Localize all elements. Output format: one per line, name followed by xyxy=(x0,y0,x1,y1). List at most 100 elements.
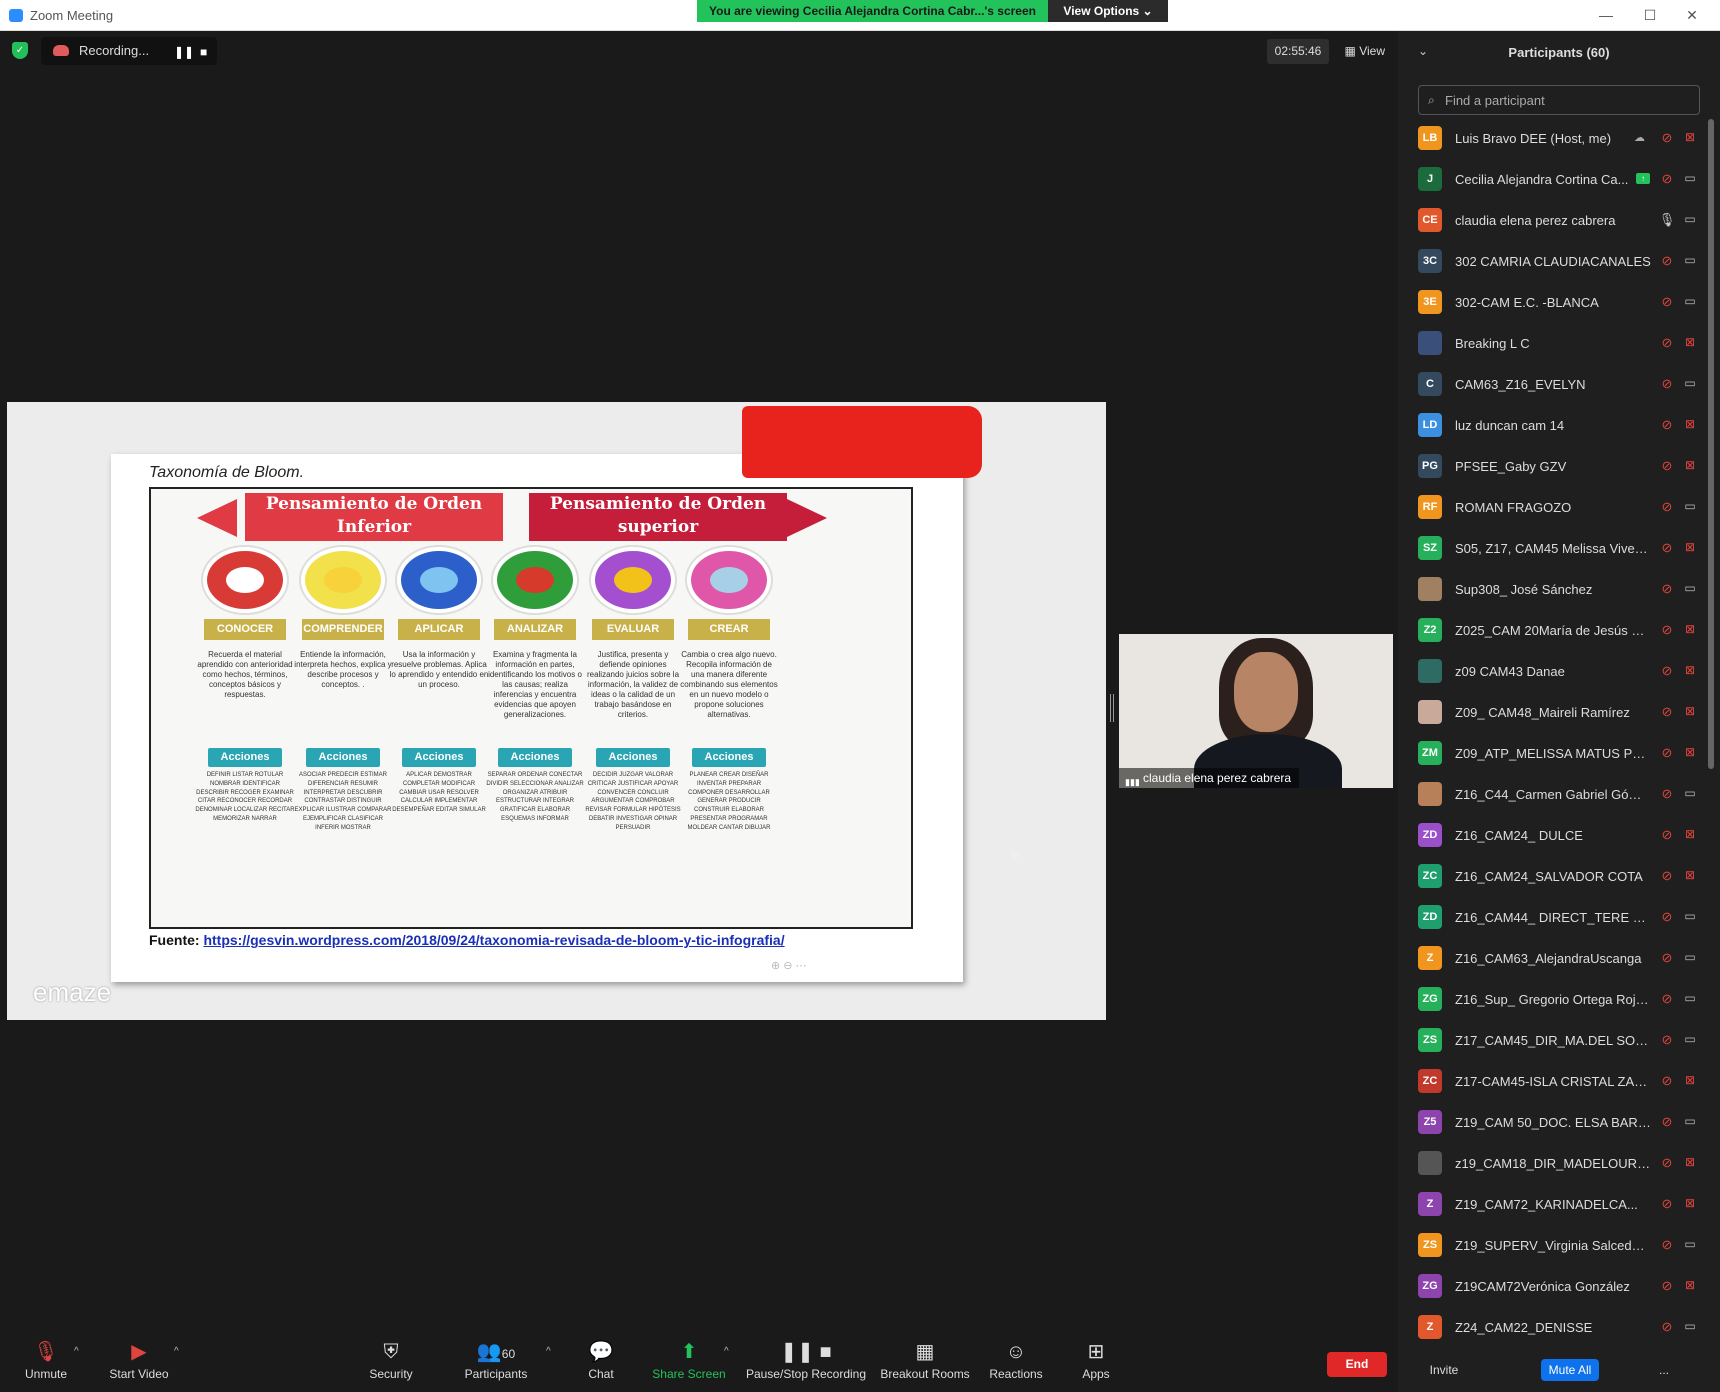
share-screen-button[interactable]: ⬆ Share Screen xyxy=(652,1340,726,1381)
mic-muted-icon[interactable]: ⊘ xyxy=(1658,950,1676,966)
video-off-icon[interactable]: ⊠ xyxy=(1680,745,1700,759)
start-video-button[interactable]: ▶ Start Video xyxy=(106,1340,172,1381)
mic-muted-icon[interactable]: ⊘ xyxy=(1658,581,1676,597)
audio-options-chevron-icon[interactable]: ^ xyxy=(74,1346,79,1357)
video-off-icon[interactable]: ⊠ xyxy=(1680,1155,1700,1169)
participant-row[interactable]: Z16_C44_Carmen Gabriel Gómez ⊘ ▭ xyxy=(1398,775,1710,816)
video-icon[interactable]: ▭ xyxy=(1680,991,1700,1005)
view-button[interactable]: ▦ View xyxy=(1335,39,1385,64)
pause-recording-button[interactable]: ❚❚ xyxy=(174,45,194,59)
participant-search[interactable]: ⌕ xyxy=(1418,85,1700,115)
video-icon[interactable]: ▭ xyxy=(1680,294,1700,308)
participant-row[interactable]: ZG Z19CAM72Verónica González ⊘ ⊠ xyxy=(1398,1267,1710,1308)
video-icon[interactable]: ▭ xyxy=(1680,1319,1700,1333)
participant-row[interactable]: ZD Z16_CAM44_ DIRECT_TERE VAS... ⊘ ▭ xyxy=(1398,898,1710,939)
end-meeting-button[interactable]: End xyxy=(1327,1352,1387,1377)
participant-row[interactable]: Z2 Z025_CAM 20María de Jesús M... ⊘ ⊠ xyxy=(1398,611,1710,652)
video-off-icon[interactable]: ⊠ xyxy=(1680,130,1700,144)
participant-row[interactable]: Breaking L C ⊘ ⊠ xyxy=(1398,324,1710,365)
participants-options-chevron-icon[interactable]: ^ xyxy=(546,1346,551,1357)
participant-row[interactable]: ZD Z16_CAM24_ DULCE ⊘ ⊠ xyxy=(1398,816,1710,857)
mic-muted-icon[interactable]: ⊘ xyxy=(1658,376,1676,392)
mic-muted-icon[interactable]: ⊘ xyxy=(1658,827,1676,843)
video-off-icon[interactable]: ⊠ xyxy=(1680,868,1700,882)
mic-muted-icon[interactable]: ⊘ xyxy=(1658,1073,1676,1089)
unmute-button[interactable]: 🎙 Unmute xyxy=(22,1340,70,1381)
security-button[interactable]: ⛨ Security xyxy=(366,1340,416,1381)
video-off-icon[interactable]: ⊠ xyxy=(1680,622,1700,636)
mic-muted-icon[interactable]: ⊘ xyxy=(1658,868,1676,884)
video-icon[interactable]: ▭ xyxy=(1680,1032,1700,1046)
participant-row[interactable]: LD luz duncan cam 14 ⊘ ⊠ xyxy=(1398,406,1710,447)
participant-row[interactable]: Z5 Z19_CAM 50_DOC. ELSA BARRA... ⊘ ▭ xyxy=(1398,1103,1710,1144)
video-off-icon[interactable]: ⊠ xyxy=(1680,663,1700,677)
mic-muted-icon[interactable]: ⊘ xyxy=(1658,417,1676,433)
mic-muted-icon[interactable]: ⊘ xyxy=(1658,704,1676,720)
participant-row[interactable]: Z Z19_CAM72_KARINADELCA... ⊘ ⊠ xyxy=(1398,1185,1710,1226)
video-off-icon[interactable]: ⊠ xyxy=(1680,1196,1700,1210)
participant-list-scrollbar[interactable] xyxy=(1708,119,1714,769)
document-zoom-tools[interactable]: ⊕ ⊖ ⋯ xyxy=(771,959,807,972)
mic-muted-icon[interactable]: ⊘ xyxy=(1658,1319,1676,1335)
mic-muted-icon[interactable]: ⊘ xyxy=(1658,663,1676,679)
video-off-icon[interactable]: ⊠ xyxy=(1680,827,1700,841)
participant-row[interactable]: 3C 302 CAMRIA CLAUDIACANALES ⊘ ▭ xyxy=(1398,242,1710,283)
video-icon[interactable]: ▭ xyxy=(1680,376,1700,390)
more-options-button[interactable]: ... xyxy=(1650,1359,1678,1381)
participant-row[interactable]: RF ROMAN FRAGOZO ⊘ ▭ xyxy=(1398,488,1710,529)
mic-muted-icon[interactable]: ⊘ xyxy=(1658,1278,1676,1294)
maximize-button[interactable]: ☐ xyxy=(1630,4,1670,26)
invite-button[interactable]: Invite xyxy=(1416,1359,1472,1381)
share-options-chevron-icon[interactable]: ^ xyxy=(724,1346,729,1357)
participant-row[interactable]: ZC Z16_CAM24_SALVADOR COTA ⊘ ⊠ xyxy=(1398,857,1710,898)
mic-muted-icon[interactable]: ⊘ xyxy=(1658,786,1676,802)
mic-muted-icon[interactable]: ⊘ xyxy=(1658,1155,1676,1171)
pause-stop-recording-button[interactable]: ❚❚ ■ Pause/Stop Recording xyxy=(744,1340,868,1381)
participant-row[interactable]: PG PFSEE_Gaby GZV ⊘ ⊠ xyxy=(1398,447,1710,488)
participant-row[interactable]: ZM Z09_ATP_MELISSA MATUS PRIETO ⊘ ⊠ xyxy=(1398,734,1710,775)
participant-search-input[interactable] xyxy=(1445,91,1691,109)
participant-row[interactable]: Sup308_ José Sánchez ⊘ ▭ xyxy=(1398,570,1710,611)
video-off-icon[interactable]: ⊠ xyxy=(1680,540,1700,554)
stop-recording-button[interactable]: ■ xyxy=(200,45,207,59)
minimize-button[interactable]: — xyxy=(1586,4,1626,26)
participant-row[interactable]: LB Luis Bravo DEE (Host, me) ☁ ⊘ ⊠ xyxy=(1398,119,1710,160)
participant-video[interactable]: ▮▮▮ claudia elena perez cabrera xyxy=(1119,634,1393,788)
video-icon[interactable]: ▭ xyxy=(1680,786,1700,800)
participant-row[interactable]: ZS Z19_SUPERV_Virginia Salcedo Q... ⊘ ▭ xyxy=(1398,1226,1710,1267)
resize-handle[interactable] xyxy=(1110,694,1114,722)
video-icon[interactable]: ▭ xyxy=(1680,171,1700,185)
video-icon[interactable]: ▭ xyxy=(1680,1237,1700,1251)
video-off-icon[interactable]: ⊠ xyxy=(1680,417,1700,431)
participant-row[interactable]: J Cecilia Alejandra Cortina Ca... ↑ ⊘ ▭ xyxy=(1398,160,1710,201)
video-icon[interactable]: ▭ xyxy=(1680,499,1700,513)
participant-row[interactable]: CE claudia elena perez cabrera 🎙 ▭ xyxy=(1398,201,1710,242)
video-off-icon[interactable]: ⊠ xyxy=(1680,704,1700,718)
chat-button[interactable]: 💬 Chat xyxy=(586,1340,616,1381)
mic-icon[interactable]: 🎙 xyxy=(1658,212,1676,228)
video-off-icon[interactable]: ⊠ xyxy=(1680,458,1700,472)
participant-row[interactable]: SZ S05, Z17, CAM45 Melissa Viveros ⊘ ⊠ xyxy=(1398,529,1710,570)
video-options-chevron-icon[interactable]: ^ xyxy=(174,1346,179,1357)
source-link[interactable]: https://gesvin.wordpress.com/2018/09/24/… xyxy=(203,932,784,948)
video-icon[interactable]: ▭ xyxy=(1680,212,1700,226)
participant-row[interactable]: Z09_ CAM48_Maireli Ramírez ⊘ ⊠ xyxy=(1398,693,1710,734)
video-icon[interactable]: ▭ xyxy=(1680,909,1700,923)
video-icon[interactable]: ▭ xyxy=(1680,1114,1700,1128)
participant-row[interactable]: 3E 302-CAM E.C. -BLANCA ⊘ ▭ xyxy=(1398,283,1710,324)
video-off-icon[interactable]: ⊠ xyxy=(1680,335,1700,349)
participant-row[interactable]: z09 CAM43 Danae ⊘ ⊠ xyxy=(1398,652,1710,693)
mic-muted-icon[interactable]: ⊘ xyxy=(1658,458,1676,474)
mic-muted-icon[interactable]: ⊘ xyxy=(1658,294,1676,310)
mic-muted-icon[interactable]: ⊘ xyxy=(1658,991,1676,1007)
mic-muted-icon[interactable]: ⊘ xyxy=(1658,171,1676,187)
mic-muted-icon[interactable]: ⊘ xyxy=(1658,130,1676,146)
video-icon[interactable]: ▭ xyxy=(1680,253,1700,267)
close-button[interactable]: ✕ xyxy=(1672,4,1712,26)
participant-row[interactable]: z19_CAM18_DIR_MADELOURDE... ⊘ ⊠ xyxy=(1398,1144,1710,1185)
participant-row[interactable]: Z Z24_CAM22_DENISSE ⊘ ▭ xyxy=(1398,1308,1710,1349)
video-off-icon[interactable]: ⊠ xyxy=(1680,1278,1700,1292)
mic-muted-icon[interactable]: ⊘ xyxy=(1658,1114,1676,1130)
mic-muted-icon[interactable]: ⊘ xyxy=(1658,499,1676,515)
participant-row[interactable]: ZS Z17_CAM45_DIR_MA.DEL SOCO... ⊘ ▭ xyxy=(1398,1021,1710,1062)
